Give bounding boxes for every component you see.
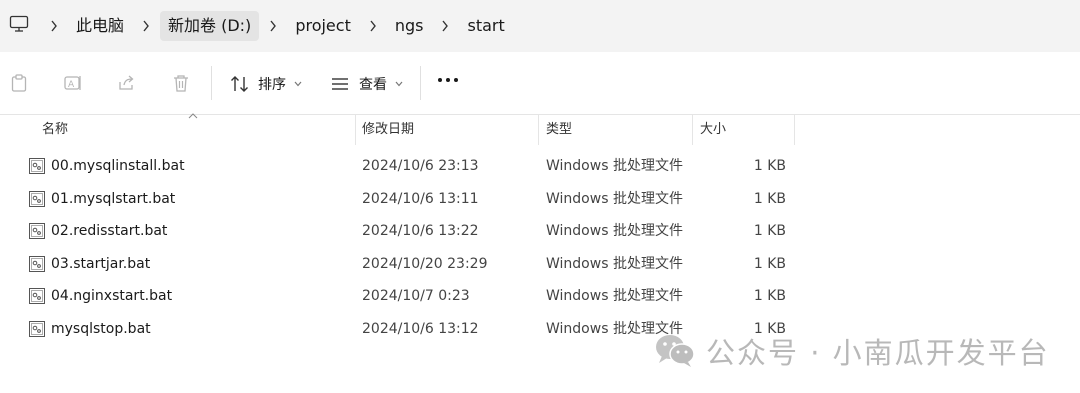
file-date: 2024/10/7 0:23 [362, 288, 470, 304]
file-size: 1 KB [753, 288, 786, 304]
column-divider[interactable] [794, 115, 795, 145]
sort-button[interactable]: 排序 [230, 70, 302, 98]
file-name: mysqlstop.bat [51, 320, 151, 337]
column-header-type[interactable]: 类型 [546, 115, 572, 145]
file-row[interactable]: 03.startjar.bat 2024/10/20 23:29 Windows… [0, 248, 800, 280]
column-header-date[interactable]: 修改日期 [362, 115, 414, 145]
file-size: 1 KB [753, 255, 786, 272]
file-name: 03.startjar.bat [51, 255, 151, 272]
view-button[interactable]: 查看 [331, 70, 403, 98]
batch-file-icon [29, 255, 45, 272]
file-name: 00.mysqlinstall.bat [51, 158, 185, 174]
file-date: 2024/10/6 13:22 [362, 223, 479, 239]
batch-file-icon [29, 320, 45, 337]
batch-file-icon [29, 158, 45, 174]
column-header-name[interactable]: 名称 [42, 115, 68, 145]
chevron-right-icon[interactable] [359, 20, 387, 32]
file-name: 02.redisstart.bat [51, 223, 168, 239]
toolbar-divider [211, 66, 212, 100]
file-date: 2024/10/6 13:12 [362, 320, 479, 337]
wechat-icon [656, 335, 695, 367]
rename-icon[interactable]: A [62, 72, 84, 94]
breadcrumb: 此电脑 新加卷 (D:) project ngs start [40, 10, 513, 42]
toolbar-divider [420, 66, 421, 100]
file-type: Windows 批处理文件 [546, 190, 683, 207]
file-type: Windows 批处理文件 [546, 223, 683, 239]
file-name: 01.mysqlstart.bat [51, 190, 176, 207]
batch-file-icon [29, 190, 45, 207]
file-row[interactable]: 04.nginxstart.bat 2024/10/7 0:23 Windows… [0, 280, 800, 312]
batch-file-icon [29, 288, 45, 304]
watermark: 公众号 · 小南瓜开发平台 [654, 330, 1050, 372]
file-date: 2024/10/6 23:13 [362, 158, 479, 174]
breadcrumb-start[interactable]: start [459, 11, 512, 41]
breadcrumb-this-pc[interactable]: 此电脑 [68, 11, 132, 41]
breadcrumb-drive-d[interactable]: 新加卷 (D:) [160, 11, 260, 41]
file-date: 2024/10/20 23:29 [362, 255, 488, 272]
batch-file-icon [29, 223, 45, 239]
chevron-right-icon[interactable] [40, 20, 68, 32]
column-header-size[interactable]: 大小 [700, 115, 726, 145]
file-type: Windows 批处理文件 [546, 255, 683, 272]
file-name: 04.nginxstart.bat [51, 288, 173, 304]
file-row[interactable]: 01.mysqlstart.bat 2024/10/6 13:11 Window… [0, 183, 800, 215]
chevron-down-icon [294, 79, 302, 90]
file-size: 1 KB [753, 223, 786, 239]
file-size: 1 KB [753, 190, 786, 207]
column-divider[interactable] [538, 115, 539, 145]
file-type: Windows 批处理文件 [546, 158, 683, 174]
more-options-icon[interactable] [438, 78, 458, 82]
chevron-right-icon[interactable] [132, 20, 160, 32]
share-icon[interactable] [116, 72, 138, 94]
file-type: Windows 批处理文件 [546, 288, 683, 304]
breadcrumb-project[interactable]: project [287, 11, 359, 41]
chevron-down-icon [395, 79, 403, 90]
chevron-right-icon[interactable] [431, 20, 459, 32]
svg-text:A: A [68, 80, 75, 90]
file-row[interactable]: 02.redisstart.bat 2024/10/6 13:22 Window… [0, 215, 800, 247]
this-pc-icon[interactable] [9, 14, 29, 38]
breadcrumb-ngs[interactable]: ngs [387, 11, 432, 41]
view-icon [332, 78, 348, 90]
file-size: 1 KB [753, 158, 786, 174]
column-divider[interactable] [355, 115, 356, 145]
sort-label: 排序 [258, 77, 286, 93]
watermark-text: 公众号 · 小南瓜开发平台 [706, 336, 1050, 370]
address-bar: 此电脑 新加卷 (D:) project ngs start [0, 0, 1080, 52]
sort-icon [231, 76, 248, 92]
command-bar: A 排序 查看 [0, 52, 1080, 115]
column-header-row: 名称 修改日期 类型 大小 [0, 115, 1080, 145]
column-divider[interactable] [692, 115, 693, 145]
file-date: 2024/10/6 13:11 [362, 190, 479, 207]
chevron-right-icon[interactable] [259, 20, 287, 32]
file-row[interactable]: 00.mysqlinstall.bat 2024/10/6 23:13 Wind… [0, 150, 800, 182]
paste-icon[interactable] [8, 72, 30, 94]
view-label: 查看 [359, 77, 387, 93]
delete-icon[interactable] [170, 72, 192, 94]
